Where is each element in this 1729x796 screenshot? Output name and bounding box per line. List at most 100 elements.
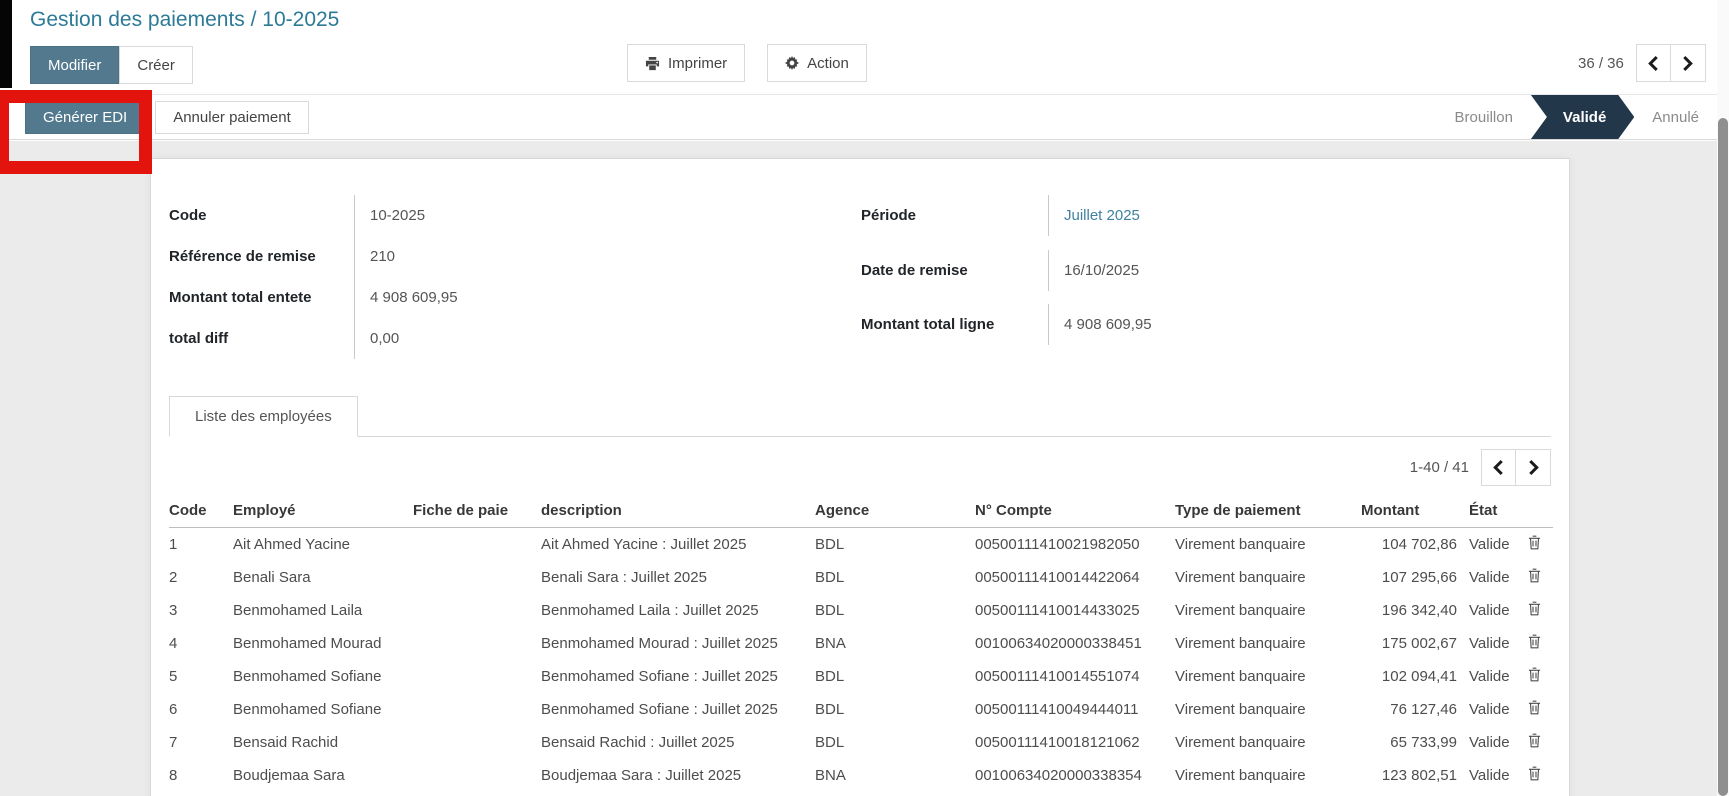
col-compte[interactable]: N° Compte	[975, 498, 1175, 528]
cell-code[interactable]: 3	[169, 594, 233, 627]
cell-fiche[interactable]	[413, 561, 541, 594]
tab-liste-des-employees[interactable]: Liste des employées	[169, 396, 358, 437]
field-value-reference-remise[interactable]: 210	[354, 236, 861, 277]
delete-row-button[interactable]	[1528, 535, 1541, 550]
field-value-date-remise[interactable]: 16/10/2025	[1048, 250, 1551, 291]
cell-montant[interactable]: 104 702,86	[1361, 528, 1457, 561]
annuler-paiement-button[interactable]: Annuler paiement	[155, 101, 309, 134]
table-row[interactable]: 5 Benmohamed Sofiane Benmohamed Sofiane …	[169, 660, 1553, 693]
vertical-scrollbar[interactable]	[1717, 0, 1729, 796]
table-row[interactable]: 4 Benmohamed Mourad Benmohamed Mourad : …	[169, 627, 1553, 660]
cell-agence[interactable]: BDL	[815, 726, 975, 759]
col-agence[interactable]: Agence	[815, 498, 975, 528]
cell-code[interactable]: 7	[169, 726, 233, 759]
cell-employe[interactable]: Benmohamed Laila	[233, 594, 413, 627]
cell-description[interactable]: Benali Sara : Juillet 2025	[541, 561, 815, 594]
breadcrumb[interactable]: Gestion des paiements / 10-2025	[30, 8, 339, 32]
table-row[interactable]: 2 Benali Sara Benali Sara : Juillet 2025…	[169, 561, 1553, 594]
cell-fiche[interactable]	[413, 660, 541, 693]
state-brouillon[interactable]: Brouillon	[1437, 95, 1531, 139]
cell-description[interactable]: Benmohamed Laila : Juillet 2025	[541, 594, 815, 627]
scrollbar-thumb[interactable]	[1718, 118, 1728, 796]
imprimer-button[interactable]: Imprimer	[627, 44, 745, 82]
cell-compte[interactable]: 00500111410049444011	[975, 693, 1175, 726]
field-value-code[interactable]: 10-2025	[354, 195, 861, 236]
cell-type[interactable]: Virement banquaire	[1175, 561, 1361, 594]
cell-description[interactable]: Ait Ahmed Yacine : Juillet 2025	[541, 528, 815, 561]
cell-description[interactable]: Benmohamed Mourad : Juillet 2025	[541, 627, 815, 660]
delete-row-button[interactable]	[1528, 766, 1541, 781]
cell-type[interactable]: Virement banquaire	[1175, 693, 1361, 726]
cell-agence[interactable]: BNA	[815, 759, 975, 792]
cell-etat[interactable]: Valide	[1457, 594, 1515, 627]
cell-code[interactable]: 4	[169, 627, 233, 660]
cell-etat[interactable]: Valide	[1457, 693, 1515, 726]
field-value-total-diff[interactable]: 0,00	[354, 318, 861, 359]
cell-etat[interactable]: Valide	[1457, 660, 1515, 693]
record-prev-button[interactable]	[1636, 44, 1671, 82]
list-next-button[interactable]	[1516, 449, 1551, 486]
state-annule[interactable]: Annulé	[1634, 95, 1717, 139]
col-description[interactable]: description	[541, 498, 815, 528]
cell-compte[interactable]: 00500111410014422064	[975, 561, 1175, 594]
cell-montant[interactable]: 107 295,66	[1361, 561, 1457, 594]
cell-description[interactable]: Boudjemaa Sara : Juillet 2025	[541, 759, 815, 792]
field-value-montant-total-entete[interactable]: 4 908 609,95	[354, 277, 861, 318]
action-button[interactable]: Action	[767, 44, 867, 82]
cell-montant[interactable]: 123 802,51	[1361, 759, 1457, 792]
cell-agence[interactable]: BDL	[815, 528, 975, 561]
field-value-periode-link[interactable]: Juillet 2025	[1048, 195, 1551, 236]
cell-employe[interactable]: Benmohamed Sofiane	[233, 660, 413, 693]
cell-agence[interactable]: BDL	[815, 561, 975, 594]
generer-edi-button[interactable]: Générer EDI	[25, 101, 145, 134]
cell-code[interactable]: 5	[169, 660, 233, 693]
cell-agence[interactable]: BDL	[815, 660, 975, 693]
cell-type[interactable]: Virement banquaire	[1175, 759, 1361, 792]
table-row[interactable]: 6 Benmohamed Sofiane Benmohamed Sofiane …	[169, 693, 1553, 726]
cell-employe[interactable]: Benmohamed Sofiane	[233, 693, 413, 726]
cell-montant[interactable]: 196 342,40	[1361, 594, 1457, 627]
cell-compte[interactable]: 00500111410018121062	[975, 726, 1175, 759]
cell-code[interactable]: 6	[169, 693, 233, 726]
cell-fiche[interactable]	[413, 528, 541, 561]
cell-agence[interactable]: BDL	[815, 693, 975, 726]
cell-code[interactable]: 2	[169, 561, 233, 594]
cell-description[interactable]: Benmohamed Sofiane : Juillet 2025	[541, 660, 815, 693]
cell-description[interactable]: Bensaid Rachid : Juillet 2025	[541, 726, 815, 759]
cell-agence[interactable]: BDL	[815, 594, 975, 627]
cell-employe[interactable]: Ait Ahmed Yacine	[233, 528, 413, 561]
cell-fiche[interactable]	[413, 726, 541, 759]
creer-button[interactable]: Créer	[119, 46, 193, 84]
table-row[interactable]: 7 Bensaid Rachid Bensaid Rachid : Juille…	[169, 726, 1553, 759]
cell-fiche[interactable]	[413, 759, 541, 792]
cell-etat[interactable]: Valide	[1457, 561, 1515, 594]
modifier-button[interactable]: Modifier	[30, 46, 119, 84]
cell-employe[interactable]: Benmohamed Mourad	[233, 627, 413, 660]
record-next-button[interactable]	[1671, 44, 1706, 82]
delete-row-button[interactable]	[1528, 568, 1541, 583]
cell-etat[interactable]: Valide	[1457, 627, 1515, 660]
cell-etat[interactable]: Valide	[1457, 528, 1515, 561]
delete-row-button[interactable]	[1528, 601, 1541, 616]
cell-compte[interactable]: 00100634020000338354	[975, 759, 1175, 792]
table-row[interactable]: 1 Ait Ahmed Yacine Ait Ahmed Yacine : Ju…	[169, 528, 1553, 561]
cell-compte[interactable]: 00500111410021982050	[975, 528, 1175, 561]
cell-type[interactable]: Virement banquaire	[1175, 594, 1361, 627]
cell-employe[interactable]: Boudjemaa Sara	[233, 759, 413, 792]
cell-fiche[interactable]	[413, 627, 541, 660]
list-prev-button[interactable]	[1481, 449, 1516, 486]
delete-row-button[interactable]	[1528, 700, 1541, 715]
delete-row-button[interactable]	[1528, 733, 1541, 748]
cell-type[interactable]: Virement banquaire	[1175, 528, 1361, 561]
cell-fiche[interactable]	[413, 693, 541, 726]
cell-type[interactable]: Virement banquaire	[1175, 660, 1361, 693]
cell-code[interactable]: 8	[169, 759, 233, 792]
cell-compte[interactable]: 00100634020000338451	[975, 627, 1175, 660]
col-montant[interactable]: Montant	[1361, 498, 1457, 528]
col-type-paiement[interactable]: Type de paiement	[1175, 498, 1361, 528]
cell-type[interactable]: Virement banquaire	[1175, 726, 1361, 759]
table-row[interactable]: 8 Boudjemaa Sara Boudjemaa Sara : Juille…	[169, 759, 1553, 792]
table-row[interactable]: 3 Benmohamed Laila Benmohamed Laila : Ju…	[169, 594, 1553, 627]
cell-montant[interactable]: 65 733,99	[1361, 726, 1457, 759]
delete-row-button[interactable]	[1528, 667, 1541, 682]
